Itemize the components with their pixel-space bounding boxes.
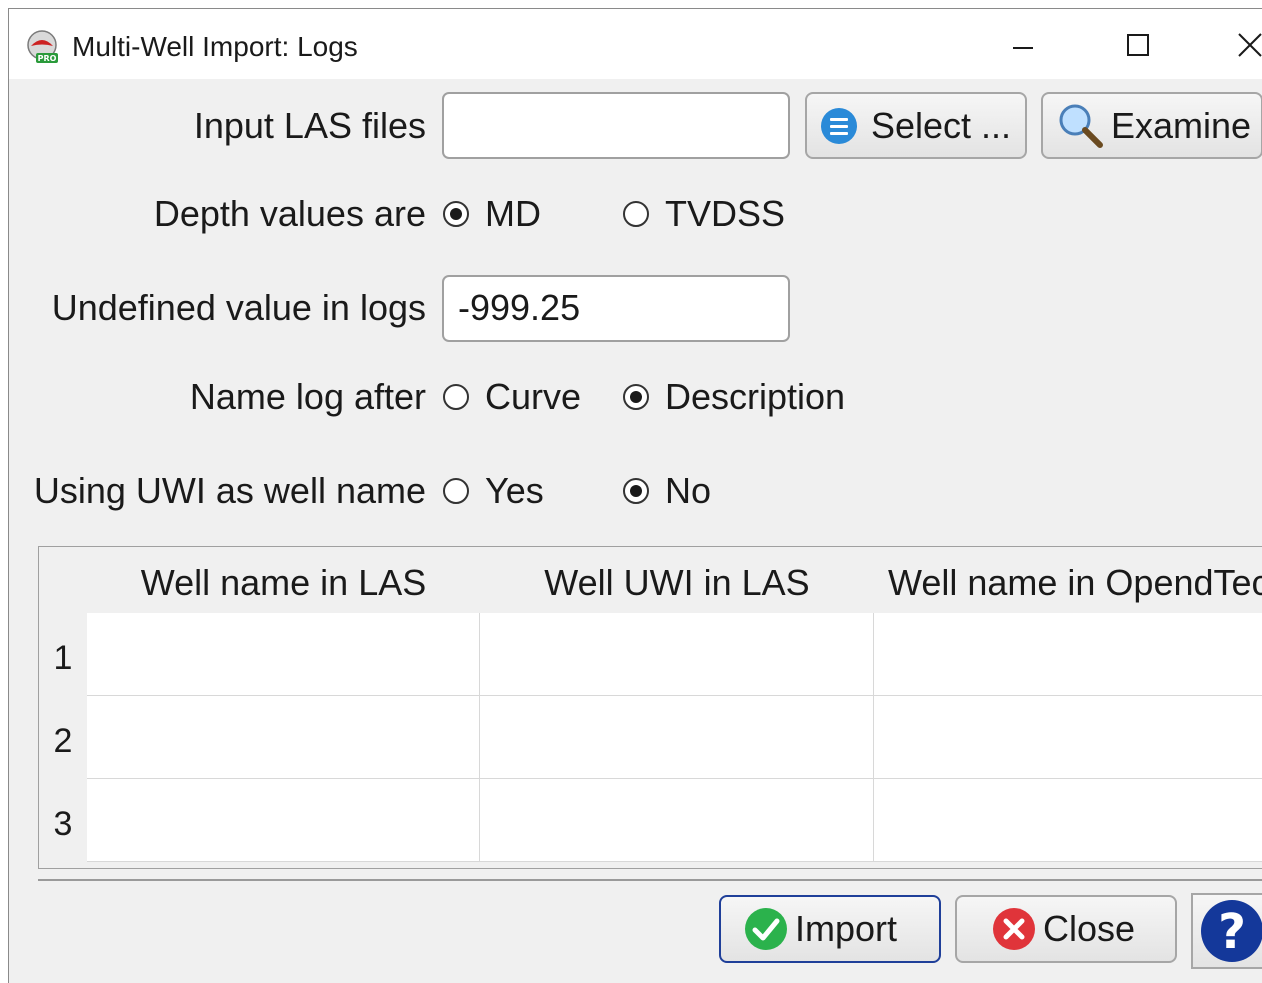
undefined-value-field[interactable]: -999.25 bbox=[442, 275, 790, 342]
row-number[interactable]: 3 bbox=[39, 805, 87, 844]
wells-table: Well name in LAS Well UWI in LAS Well na… bbox=[38, 546, 1262, 869]
column-header-well-name-las[interactable]: Well name in LAS bbox=[87, 547, 480, 613]
table-cell[interactable] bbox=[480, 696, 874, 779]
svg-text:?: ? bbox=[1218, 904, 1246, 960]
column-header-well-uwi-las[interactable]: Well UWI in LAS bbox=[480, 547, 874, 613]
name-log-label: Name log after bbox=[189, 376, 426, 417]
name-log-description-option[interactable]: Description bbox=[623, 375, 845, 419]
close-button[interactable]: Close bbox=[955, 895, 1177, 963]
name-log-description-radio[interactable] bbox=[623, 384, 649, 410]
name-log-curve-option[interactable]: Curve bbox=[443, 375, 581, 419]
examine-button[interactable]: Examine bbox=[1041, 92, 1262, 159]
depth-label: Depth values are bbox=[153, 193, 426, 234]
depth-tvdss-radio[interactable] bbox=[623, 201, 649, 227]
import-label: Import bbox=[795, 908, 898, 949]
select-files-label: Select ... bbox=[871, 104, 1012, 146]
depth-tvdss-option[interactable]: TVDSS bbox=[623, 192, 785, 236]
uwi-yes-option[interactable]: Yes bbox=[443, 469, 544, 513]
examine-label: Examine bbox=[1111, 104, 1252, 146]
undefined-value-label: Undefined value in logs bbox=[51, 287, 426, 328]
depth-md-radio[interactable] bbox=[443, 201, 469, 227]
name-log-description-label: Description bbox=[665, 376, 846, 417]
svg-text:PRO: PRO bbox=[38, 54, 57, 63]
table-cell[interactable] bbox=[87, 613, 480, 696]
uwi-no-option[interactable]: No bbox=[623, 469, 711, 513]
depth-md-option[interactable]: MD bbox=[443, 192, 541, 236]
row-number[interactable]: 2 bbox=[39, 722, 87, 761]
table-cell[interactable] bbox=[87, 779, 480, 862]
close-icon[interactable] bbox=[1231, 27, 1262, 63]
uwi-yes-radio[interactable] bbox=[443, 478, 469, 504]
uwi-no-label: No bbox=[665, 470, 712, 511]
close-label: Close bbox=[1043, 908, 1136, 949]
help-icon: ? bbox=[1201, 900, 1262, 962]
table-cell[interactable] bbox=[87, 696, 480, 779]
title-bar: PRO Multi-Well Import: Logs bbox=[9, 9, 1262, 79]
name-log-curve-radio[interactable] bbox=[443, 384, 469, 410]
row-number[interactable]: 1 bbox=[39, 639, 87, 678]
input-las-field[interactable] bbox=[442, 92, 790, 159]
table-cell[interactable] bbox=[874, 779, 1262, 862]
uwi-label: Using UWI as well name bbox=[33, 470, 426, 511]
uwi-yes-label: Yes bbox=[485, 470, 544, 511]
depth-tvdss-label: TVDSS bbox=[665, 193, 786, 234]
list-icon bbox=[821, 107, 857, 144]
cancel-icon bbox=[993, 908, 1035, 950]
table-cell[interactable] bbox=[480, 613, 874, 696]
import-button[interactable]: Import bbox=[719, 895, 941, 963]
help-button[interactable]: ? bbox=[1191, 893, 1262, 969]
footer-separator bbox=[38, 879, 1262, 881]
table-cell[interactable] bbox=[874, 613, 1262, 696]
magnifier-icon bbox=[1059, 104, 1103, 148]
depth-md-label: MD bbox=[485, 193, 541, 234]
input-las-label: Input LAS files bbox=[193, 105, 426, 146]
window-title: Multi-Well Import: Logs bbox=[72, 31, 358, 62]
table-cell[interactable] bbox=[480, 779, 874, 862]
table-cell[interactable] bbox=[874, 696, 1262, 779]
select-files-button[interactable]: Select ... bbox=[805, 92, 1027, 159]
column-header-well-name-opendtect[interactable]: Well name in OpendTect bbox=[888, 547, 1262, 613]
app-logo-icon: PRO bbox=[27, 30, 58, 63]
minimize-icon[interactable] bbox=[1003, 27, 1043, 63]
dialog-window: PRO Multi-Well Import: Logs Input LAS fi… bbox=[8, 8, 1262, 983]
uwi-no-radio[interactable] bbox=[623, 478, 649, 504]
checkmark-icon bbox=[745, 908, 787, 950]
name-log-curve-label: Curve bbox=[485, 376, 582, 417]
maximize-icon[interactable] bbox=[1118, 27, 1158, 63]
